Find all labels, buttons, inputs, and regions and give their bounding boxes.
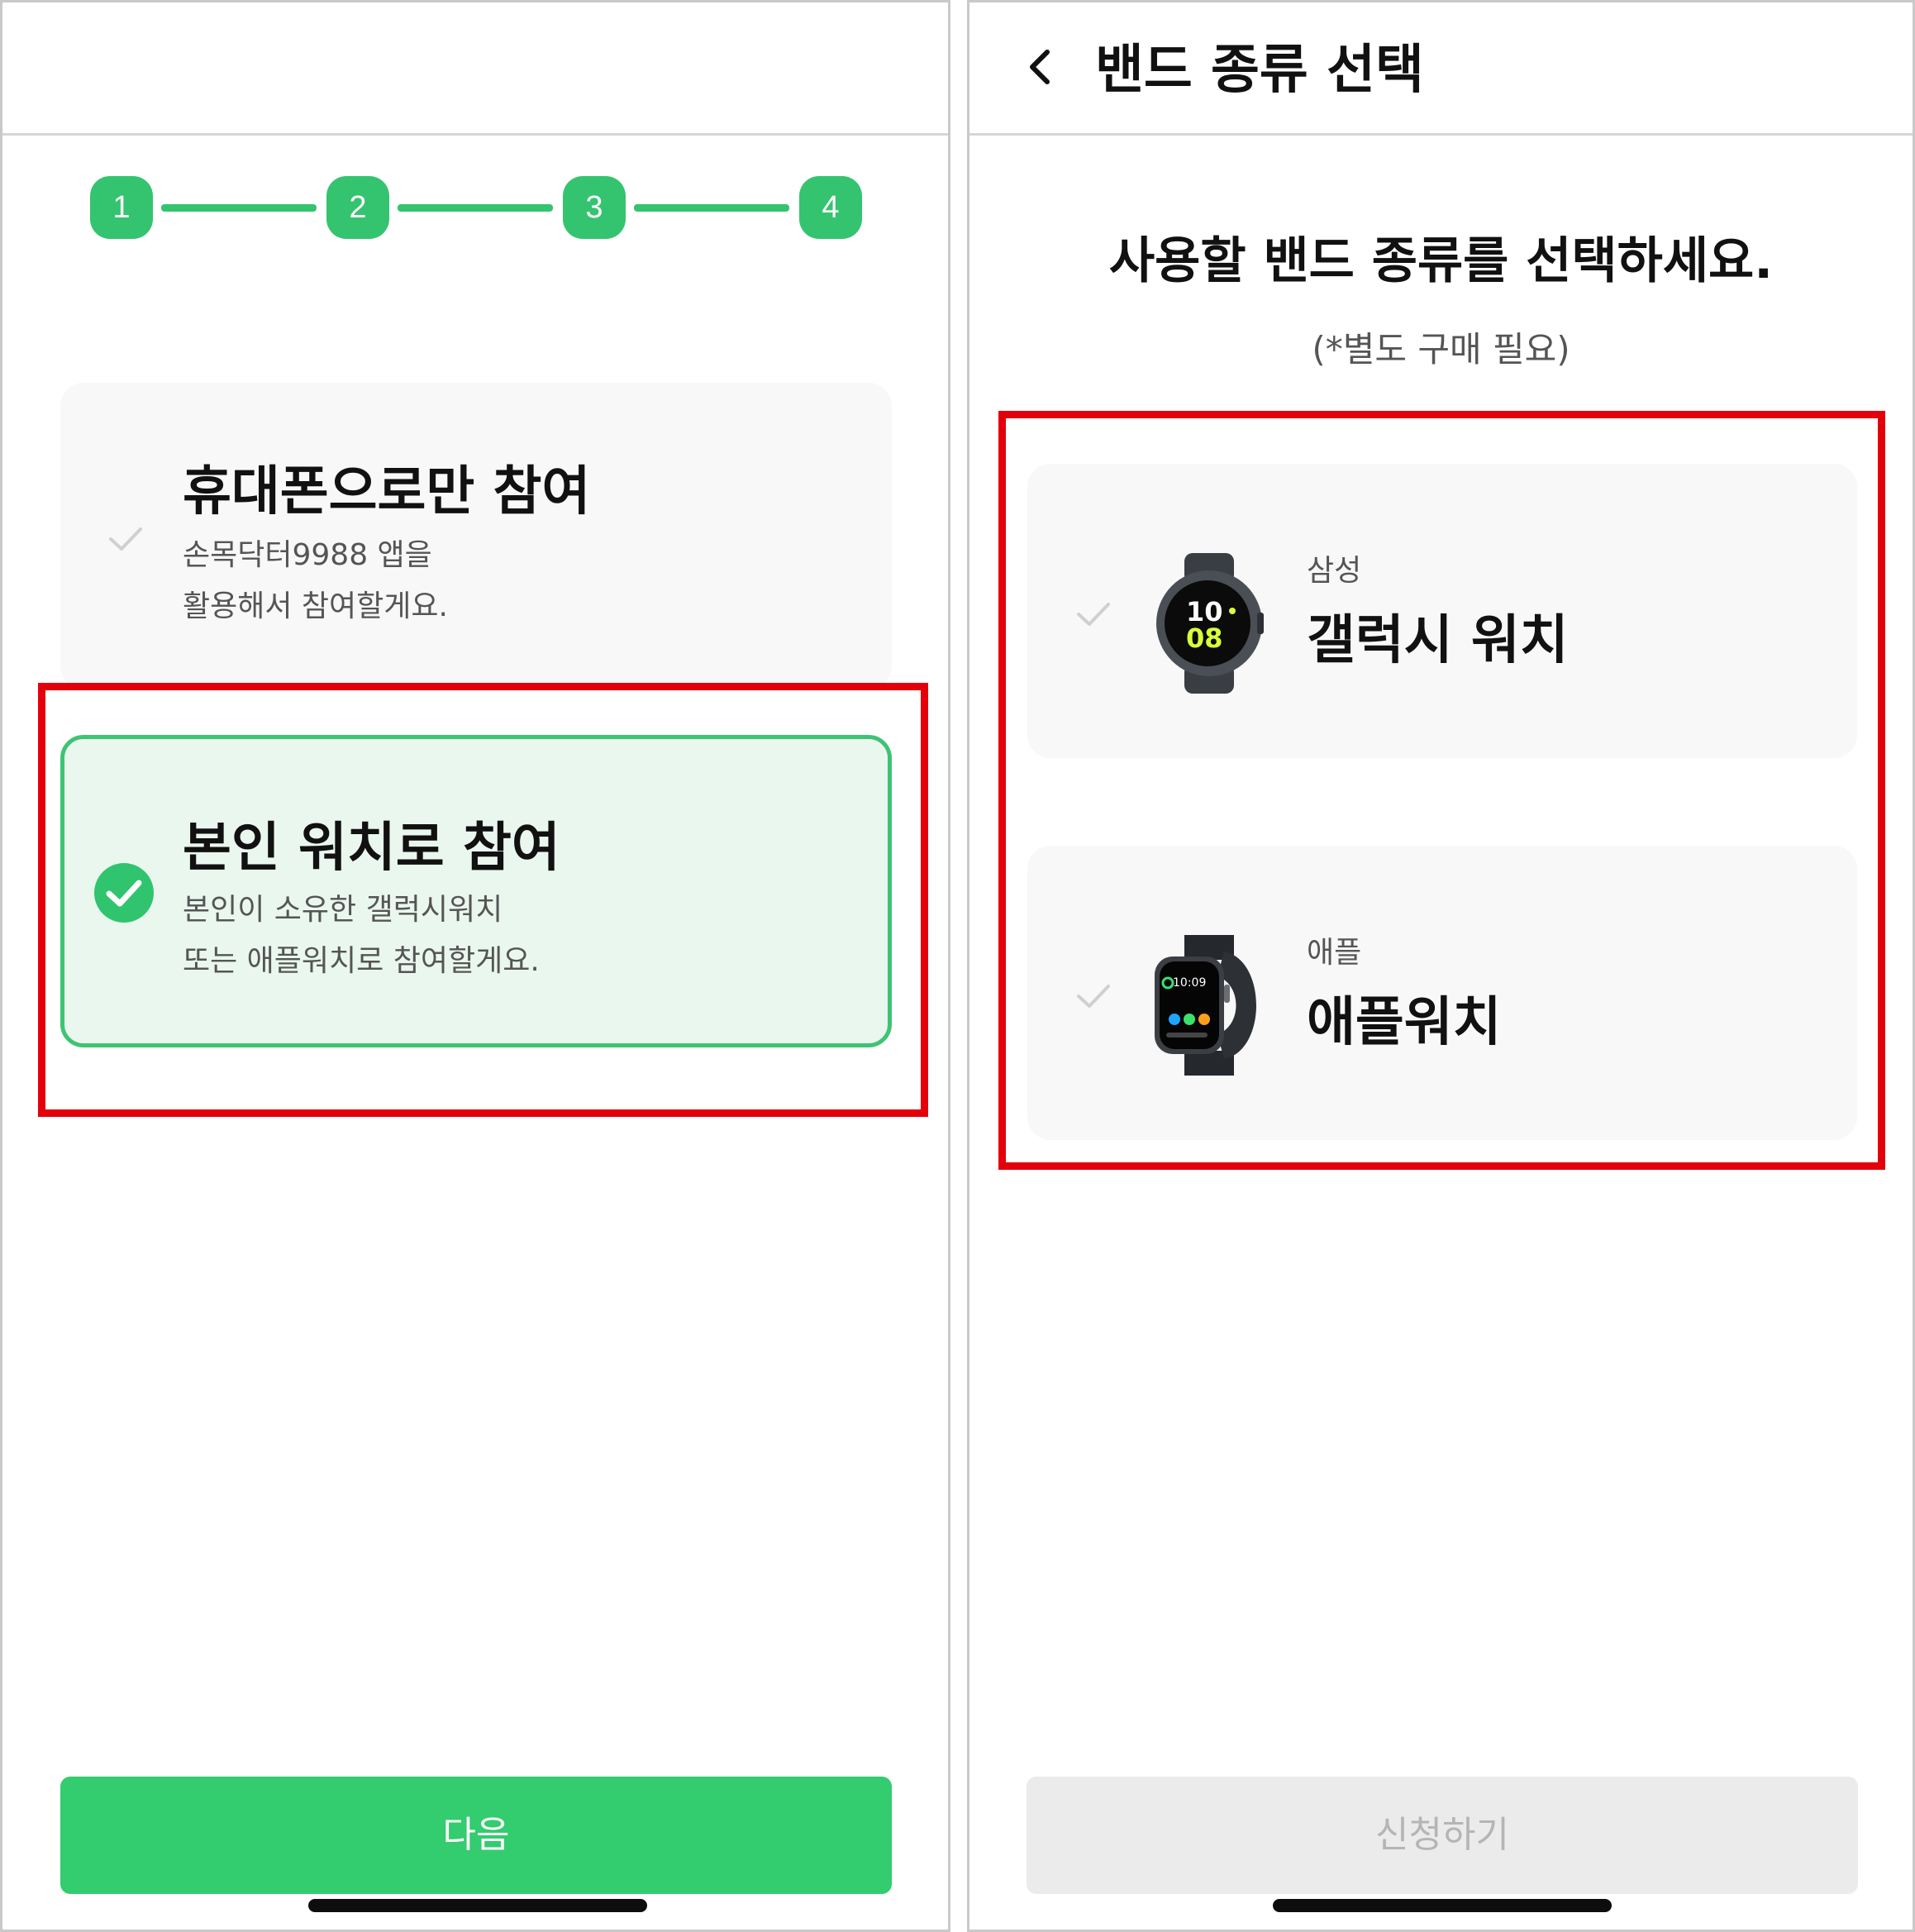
heading: 사용할 밴드 종류를 선택하세요. [1108, 232, 1774, 290]
top-bar: 밴드 종류 선택 [969, 2, 1913, 136]
band-type-screen: 밴드 종류 선택 사용할 밴드 종류를 선택하세요. (*별도 구매 필요) 1… [967, 0, 1915, 1932]
home-indicator [1273, 1899, 1612, 1912]
step-connector [161, 204, 317, 212]
top-bar [2, 2, 948, 136]
option-title: 휴대폰으로만 참여 [183, 461, 591, 522]
step-connector [398, 204, 553, 212]
page-title: 밴드 종류 선택 [1095, 40, 1424, 101]
step-connector [634, 204, 789, 212]
subheading: (*별도 구매 필요) [1312, 329, 1570, 370]
option-desc-line1: 손목닥터9988 앱을 [183, 538, 432, 572]
step-3: 3 [563, 176, 626, 239]
step-4: 4 [799, 176, 862, 239]
home-indicator [308, 1899, 647, 1912]
step-2: 2 [326, 176, 389, 239]
step-indicator: 1 2 3 4 [90, 176, 864, 239]
back-chevron-icon[interactable] [1019, 44, 1060, 90]
next-button[interactable]: 다음 [60, 1777, 892, 1894]
step-1: 1 [90, 176, 153, 239]
participation-method-screen: 1 2 3 4 휴대폰으로만 참여 손목닥터9988 앱을 활용해서 참여할게요… [0, 0, 950, 1932]
highlight-box [38, 683, 928, 1117]
highlight-box [998, 411, 1885, 1170]
option-phone-only[interactable]: 휴대폰으로만 참여 손목닥터9988 앱을 활용해서 참여할게요. [60, 383, 892, 689]
check-icon [109, 527, 142, 551]
apply-button[interactable]: 신청하기 [1027, 1777, 1858, 1894]
option-desc-line2: 활용해서 참여할게요. [183, 589, 448, 623]
